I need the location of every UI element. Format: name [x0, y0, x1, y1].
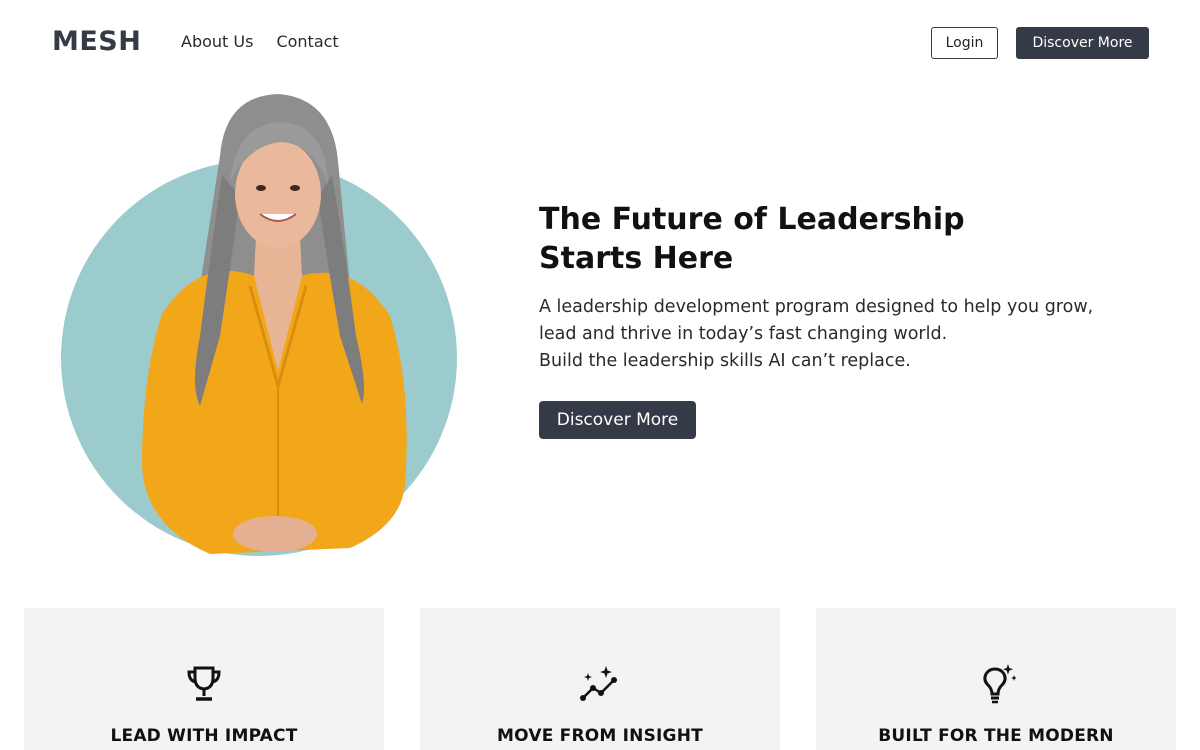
- card-title: BUILT FOR THE MODERN: [878, 726, 1114, 746]
- nav-link-about-us[interactable]: About Us: [181, 32, 253, 51]
- card-title: MOVE FROM INSIGHT: [497, 726, 703, 746]
- header-discover-more-button[interactable]: Discover More: [1016, 27, 1149, 59]
- hands: [233, 516, 317, 552]
- feature-card-lead-with-impact: LEAD WITH IMPACT: [24, 608, 384, 750]
- main-nav: About Us Contact: [181, 32, 339, 51]
- hero-photo: [61, 94, 457, 556]
- hero-subtitle-line-3: Build the leadership skills AI can’t rep…: [539, 351, 911, 371]
- card-title: LEAD WITH IMPACT: [110, 726, 298, 746]
- hero-discover-more-button[interactable]: Discover More: [539, 401, 696, 439]
- logo[interactable]: MESH: [52, 26, 141, 57]
- hero-subtitle-line-2: lead and thrive in today’s fast changing…: [539, 324, 948, 344]
- site-header: MESH About Us Contact Login Discover Mor…: [0, 0, 1200, 86]
- feature-card-move-from-insight: MOVE FROM INSIGHT: [420, 608, 780, 750]
- nav-link-contact[interactable]: Contact: [276, 32, 338, 51]
- hero-subtitle-line-1: A leadership development program designe…: [539, 297, 1094, 317]
- hero-title-line-2: Starts Here: [539, 241, 734, 276]
- feature-card-built-for-the-modern: BUILT FOR THE MODERN: [816, 608, 1176, 750]
- login-button[interactable]: Login: [931, 27, 998, 59]
- trophy-icon: [187, 666, 221, 701]
- lightbulb-icon: [983, 664, 1016, 704]
- hero-title: The Future of Leadership Starts Here: [539, 200, 1039, 278]
- hero-title-line-1: The Future of Leadership: [539, 202, 965, 237]
- hero-subtitle: A leadership development program designe…: [539, 294, 1159, 375]
- sparkle-trend-icon: [580, 666, 617, 701]
